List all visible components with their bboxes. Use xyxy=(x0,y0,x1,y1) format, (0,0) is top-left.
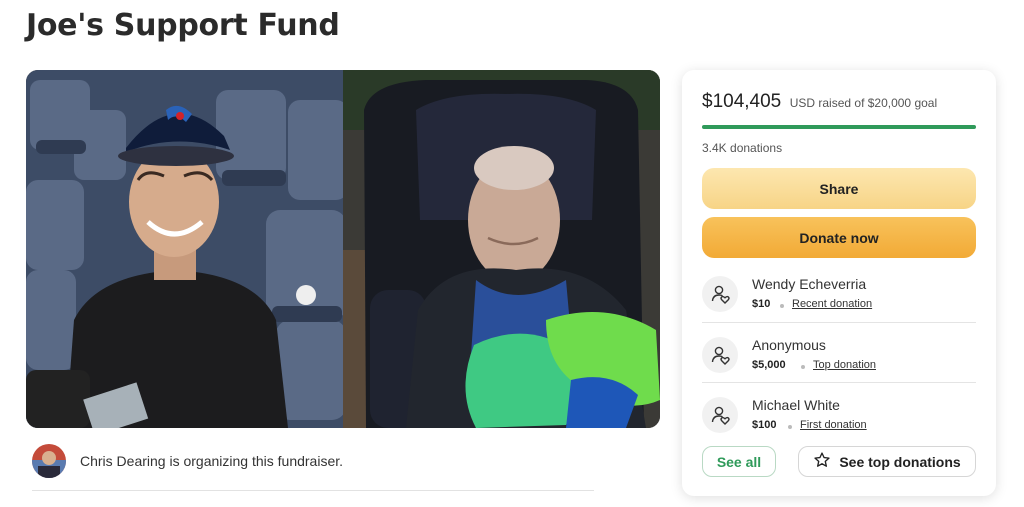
raised-summary: $104,405 USD raised of $20,000 goal xyxy=(702,91,937,113)
donor-amount: $10 xyxy=(752,298,771,310)
hero-image xyxy=(26,70,660,428)
donor-name: Wendy Echeverria xyxy=(752,276,867,292)
progress-bar-fill xyxy=(702,125,976,129)
donation-card: $104,405 USD raised of $20,000 goal 3.4K… xyxy=(682,70,996,496)
organizer-text: Chris Dearing is organizing this fundrai… xyxy=(80,453,344,469)
donor-divider xyxy=(702,322,976,323)
donor-amount: $5,000 xyxy=(752,359,786,371)
see-top-donations-button[interactable]: See top donations xyxy=(798,446,976,477)
organizer-divider xyxy=(32,490,594,491)
see-all-button[interactable]: See all xyxy=(702,446,776,477)
donor-tag-link[interactable]: First donation xyxy=(800,419,867,431)
donor-name: Michael White xyxy=(752,397,840,413)
donor-amount: $100 xyxy=(752,419,777,431)
see-top-donations-label: See top donations xyxy=(839,453,961,470)
organizer-row: Chris Dearing is organizing this fundrai… xyxy=(32,441,592,481)
donor-heart-icon xyxy=(702,397,738,433)
raised-goal-text: USD raised of $20,000 goal xyxy=(789,96,938,110)
page-title: Joe's Support Fund xyxy=(26,8,340,43)
organizer-avatar[interactable] xyxy=(32,444,66,478)
donor-item: Michael White $100 First donation xyxy=(702,389,976,449)
donor-tag-link[interactable]: Top donation xyxy=(813,359,876,371)
donor-name: Anonymous xyxy=(752,337,826,353)
progress-bar xyxy=(702,125,976,129)
donor-heart-icon xyxy=(702,276,738,312)
donor-heart-icon xyxy=(702,337,738,373)
share-button[interactable]: Share xyxy=(702,168,976,209)
donation-count: 3.4K donations xyxy=(702,141,783,155)
separator-dot xyxy=(801,365,805,369)
separator-dot xyxy=(788,425,792,429)
donor-item: Wendy Echeverria $10 Recent donation xyxy=(702,268,976,328)
separator-dot xyxy=(780,304,784,308)
donor-tag-link[interactable]: Recent donation xyxy=(792,298,872,310)
donor-divider xyxy=(702,382,976,383)
raised-amount: $104,405 xyxy=(702,91,782,112)
donate-now-button[interactable]: Donate now xyxy=(702,217,976,258)
donor-item: Anonymous $5,000 Top donation xyxy=(702,329,976,389)
star-icon xyxy=(813,451,831,472)
